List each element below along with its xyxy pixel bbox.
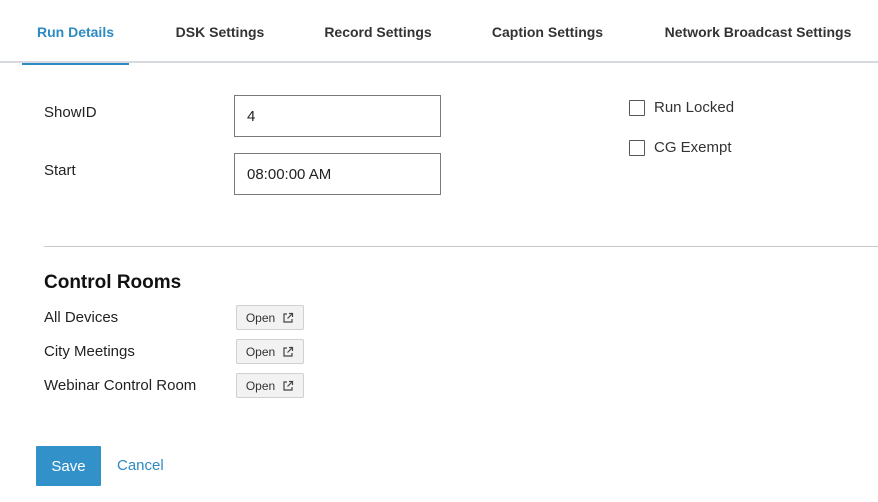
tab-record-settings[interactable]: Record Settings [314, 0, 442, 63]
start-label: Start [44, 162, 76, 179]
run-locked-checkbox-row[interactable]: Run Locked [629, 99, 734, 116]
section-divider [44, 246, 878, 247]
showid-input[interactable] [234, 95, 441, 137]
open-city-meetings-button[interactable]: Open [236, 339, 304, 364]
run-locked-checkbox[interactable] [629, 99, 645, 116]
cg-exempt-checkbox-row[interactable]: CG Exempt [629, 139, 732, 156]
cg-exempt-checkbox[interactable] [629, 139, 645, 156]
control-room-name: City Meetings [44, 343, 135, 360]
run-locked-label: Run Locked [654, 99, 735, 116]
showid-label: ShowID [44, 104, 97, 121]
open-button-label: Open [245, 310, 276, 325]
cg-exempt-label: CG Exempt [654, 139, 732, 156]
tab-dsk-settings[interactable]: DSK Settings [165, 0, 275, 63]
cancel-link[interactable]: Cancel [117, 457, 164, 474]
save-button[interactable]: Save [36, 446, 101, 486]
tab-run-details[interactable]: Run Details [22, 0, 129, 65]
external-link-icon [283, 346, 294, 357]
external-link-icon [283, 312, 294, 323]
control-room-name: All Devices [44, 309, 119, 326]
open-all-devices-button[interactable]: Open [236, 305, 304, 330]
control-room-name: Webinar Control Room [44, 377, 197, 394]
start-input[interactable] [234, 153, 441, 195]
tab-caption-settings[interactable]: Caption Settings [481, 0, 614, 63]
open-button-label: Open [245, 344, 276, 359]
tab-network-broadcast-settings[interactable]: Network Broadcast Settings [654, 0, 862, 63]
open-webinar-control-room-button[interactable]: Open [236, 373, 304, 398]
control-rooms-title: Control Rooms [44, 272, 182, 293]
open-button-label: Open [245, 378, 276, 393]
tab-bar: Run Details DSK Settings Record Settings… [0, 0, 878, 65]
external-link-icon [283, 380, 294, 391]
